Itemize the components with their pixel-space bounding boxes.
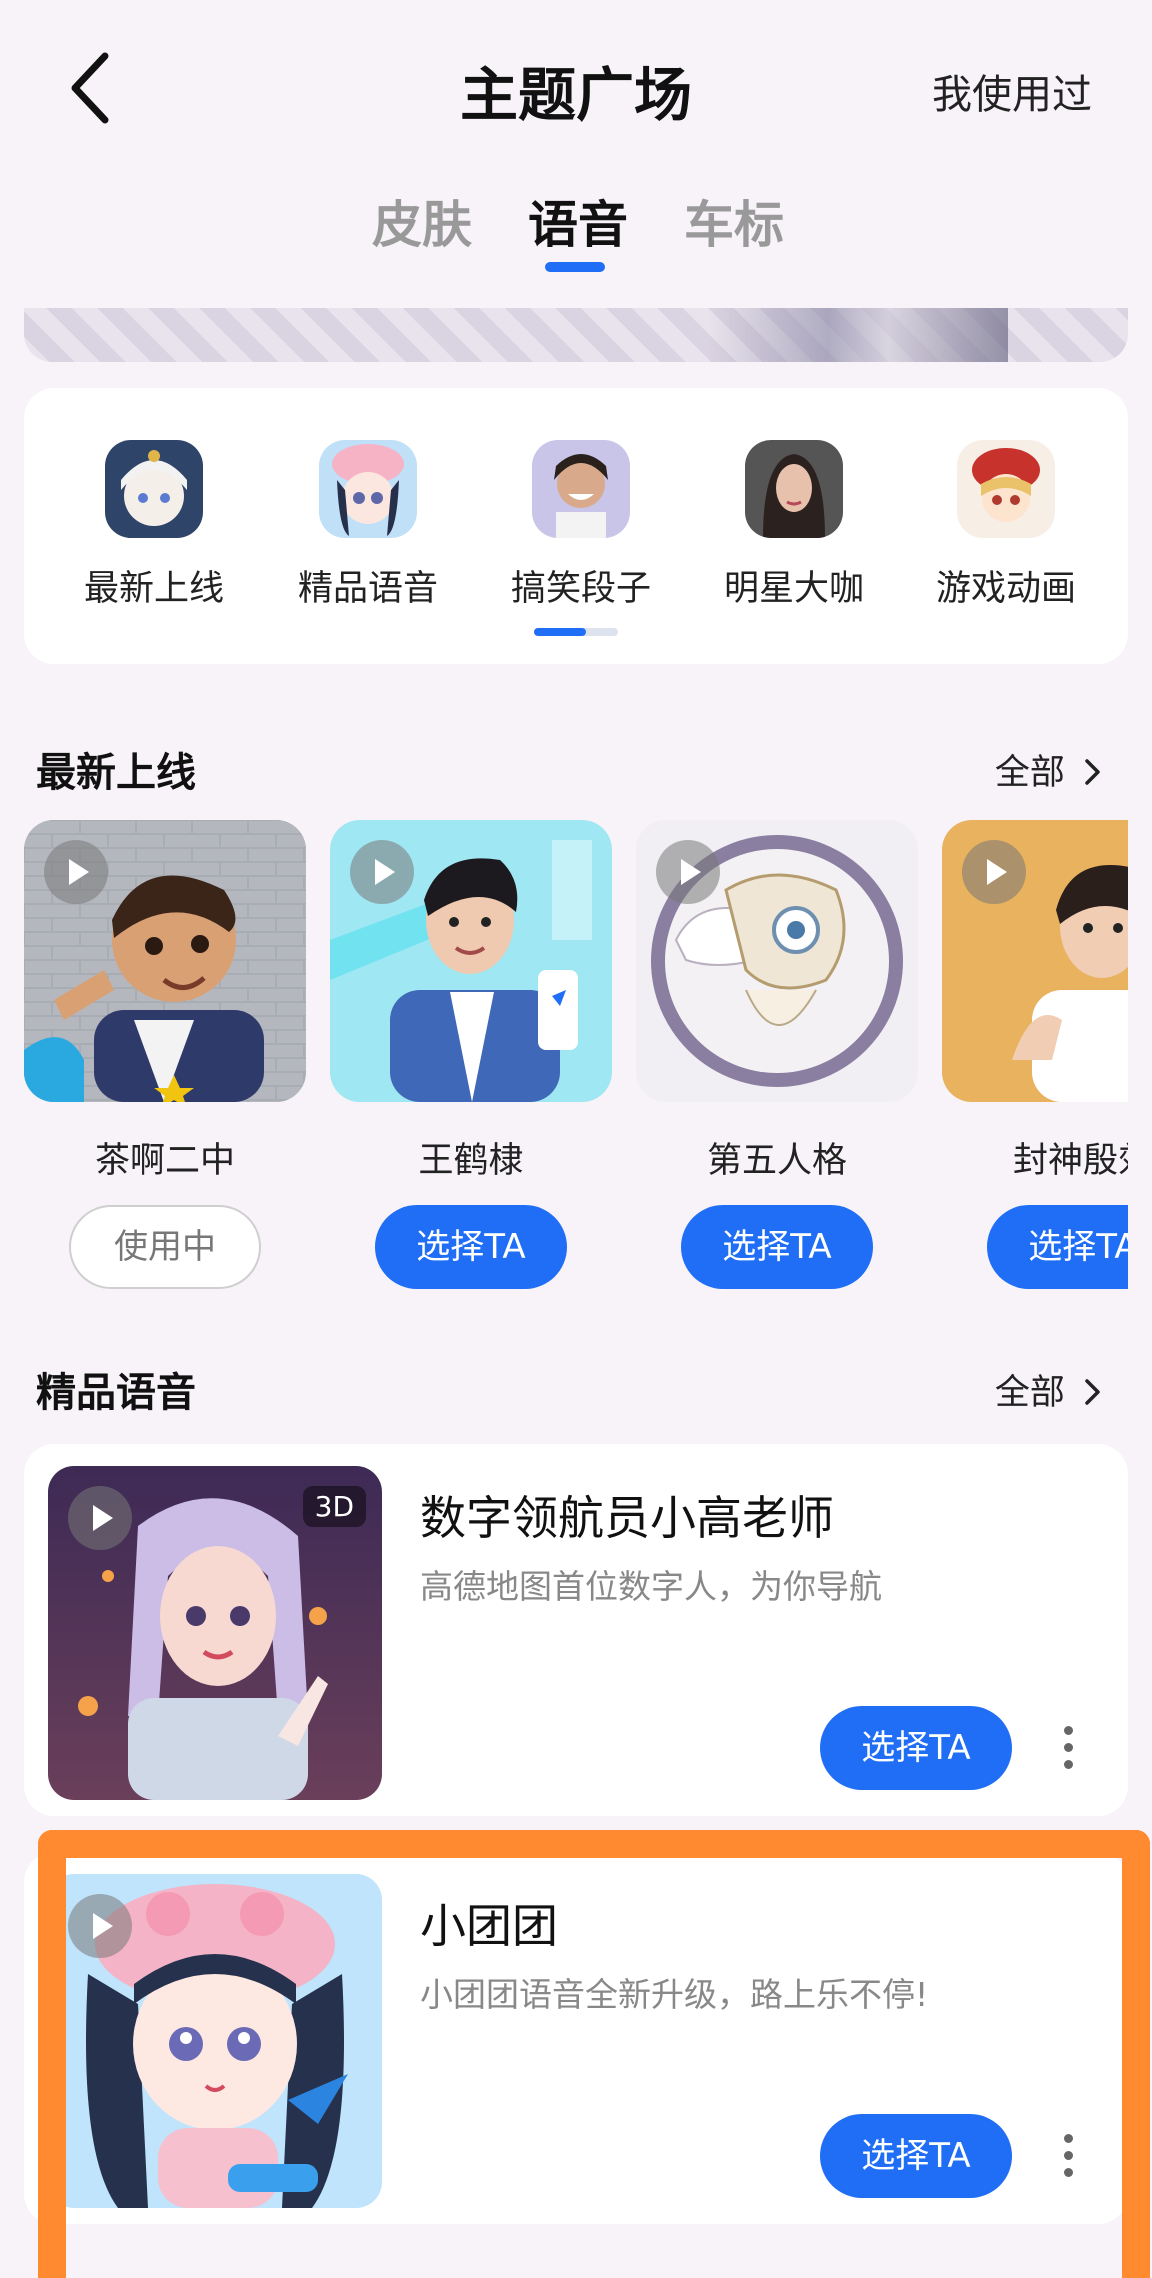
voice-tile[interactable]: 第五人格 选择TA bbox=[636, 820, 918, 1289]
category-celebrity[interactable]: 明星大咖 bbox=[704, 440, 884, 611]
more-options-icon[interactable] bbox=[1064, 1726, 1074, 1770]
select-button[interactable]: 选择TA bbox=[820, 1706, 1012, 1790]
latest-see-all-link[interactable]: 全部 bbox=[995, 744, 1104, 795]
tab-skin[interactable]: 皮肤 bbox=[372, 185, 472, 257]
category-latest[interactable]: 最新上线 bbox=[64, 440, 244, 611]
category-label: 游戏动画 bbox=[935, 569, 1076, 609]
banner[interactable] bbox=[24, 308, 1128, 362]
premium-voice-card[interactable]: 3D 数字领航员小高老师 高德地图首位数字人，为你导航 选择TA bbox=[24, 1444, 1128, 1816]
tab-voice[interactable]: 语音 bbox=[528, 185, 628, 257]
voice-cover-image bbox=[48, 1874, 382, 2208]
select-button[interactable]: 选择TA bbox=[375, 1205, 567, 1289]
play-icon[interactable] bbox=[68, 1894, 132, 1958]
voice-name: 茶啊二中 bbox=[94, 1141, 235, 1181]
section-title-latest: 最新上线 bbox=[36, 750, 196, 796]
voice-cover-image bbox=[24, 820, 306, 1102]
more-options-icon[interactable] bbox=[1064, 2134, 1074, 2178]
play-icon[interactable] bbox=[656, 840, 720, 904]
category-premium[interactable]: 精品语音 bbox=[278, 440, 458, 611]
used-history-link[interactable]: 我使用过 bbox=[932, 62, 1092, 120]
premium-see-all-link[interactable]: 全部 bbox=[995, 1364, 1104, 1415]
voice-tile[interactable]: 茶啊二中 使用中 bbox=[24, 820, 306, 1289]
play-icon[interactable] bbox=[44, 840, 108, 904]
select-button[interactable]: 选择TA bbox=[987, 1205, 1128, 1289]
voice-cover-image: 3D bbox=[48, 1466, 382, 1800]
category-label: 最新上线 bbox=[83, 569, 224, 609]
category-label: 精品语音 bbox=[297, 569, 438, 609]
section-title-premium: 精品语音 bbox=[36, 1370, 196, 1416]
voice-cover-image bbox=[636, 820, 918, 1102]
category-funny[interactable]: 搞笑段子 bbox=[491, 440, 671, 611]
chevron-right-icon bbox=[1085, 759, 1100, 785]
premium-voice-card[interactable]: 小团团 小团团语音全新升级，路上乐不停! 选择TA bbox=[24, 1852, 1128, 2224]
3d-badge: 3D bbox=[302, 1486, 366, 1527]
voice-tile[interactable]: 王鹤棣 选择TA bbox=[330, 820, 612, 1289]
category-label: 明星大咖 bbox=[723, 569, 864, 609]
play-icon[interactable] bbox=[962, 840, 1026, 904]
voice-tile-clip: 封神殷郊 选择TA bbox=[942, 820, 1128, 1300]
category-card: 最新上线 精品语音 搞笑段子 明星大咖 游戏动画 bbox=[24, 388, 1128, 664]
voice-cover-image bbox=[942, 820, 1128, 1102]
tab-car-logo[interactable]: 车标 bbox=[684, 185, 784, 257]
banner-illustration bbox=[708, 308, 1008, 362]
category-game-anime[interactable]: 游戏动画 bbox=[916, 440, 1096, 611]
category-label: 搞笑段子 bbox=[510, 569, 651, 609]
header: 主题广场 我使用过 bbox=[0, 0, 1152, 180]
play-icon[interactable] bbox=[350, 840, 414, 904]
voice-tile[interactable]: 封神殷郊 选择TA bbox=[942, 820, 1128, 1289]
select-button[interactable]: 选择TA bbox=[681, 1205, 873, 1289]
anime-red-hat-avatar-icon bbox=[957, 440, 1055, 538]
voice-name: 王鹤棣 bbox=[418, 1141, 524, 1181]
voice-name: 封神殷郊 bbox=[1012, 1141, 1128, 1181]
anime-pig-hat-avatar-icon bbox=[319, 440, 417, 538]
voice-title: 小团团 bbox=[420, 1899, 558, 1953]
celebrity-woman-avatar-icon bbox=[745, 440, 843, 538]
chevron-right-icon bbox=[1085, 1379, 1100, 1405]
voice-description: 小团团语音全新升级，路上乐不停! bbox=[420, 1975, 929, 2014]
select-button[interactable]: 选择TA bbox=[820, 2114, 1012, 2198]
category-scroll-indicator bbox=[534, 628, 618, 636]
play-icon[interactable] bbox=[68, 1486, 132, 1550]
voice-description: 高德地图首位数字人，为你导航 bbox=[420, 1567, 882, 1606]
voice-name: 第五人格 bbox=[706, 1141, 847, 1181]
see-all-label: 全部 bbox=[994, 753, 1065, 793]
see-all-label: 全部 bbox=[994, 1373, 1065, 1413]
anime-white-hair-avatar-icon bbox=[105, 440, 203, 538]
smiling-woman-avatar-icon bbox=[532, 440, 630, 538]
active-tab-indicator bbox=[545, 262, 605, 272]
voice-cover-image bbox=[330, 820, 612, 1102]
in-use-button[interactable]: 使用中 bbox=[69, 1205, 261, 1289]
voice-title: 数字领航员小高老师 bbox=[420, 1491, 834, 1545]
